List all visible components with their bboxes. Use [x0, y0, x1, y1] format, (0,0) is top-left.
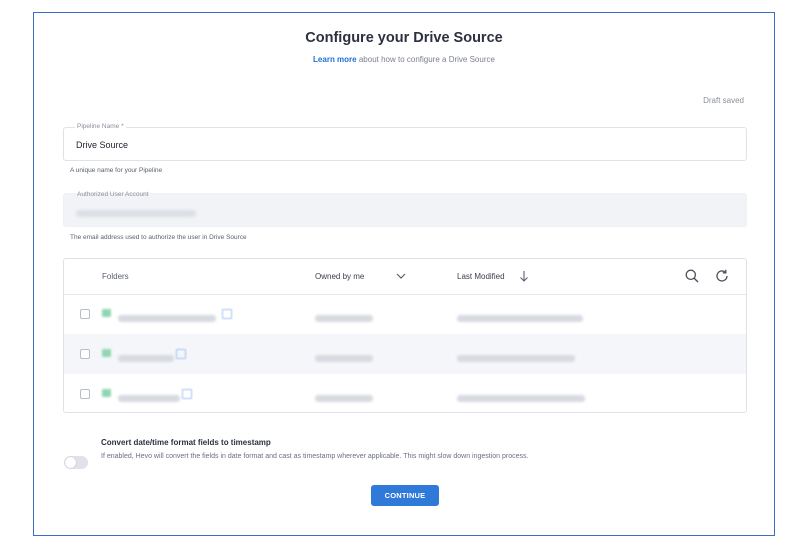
folder-icon — [102, 349, 111, 357]
authorized-account-field: Authorized User Account — [63, 191, 747, 227]
external-link-icon[interactable] — [176, 349, 186, 359]
page-subtitle: Learn more about how to configure a Driv… — [34, 55, 774, 64]
continue-button[interactable]: CONTINUE — [371, 485, 439, 506]
timestamp-toggle-label: Convert date/time format fields to times… — [101, 438, 271, 447]
table-row[interactable] — [64, 374, 746, 412]
row-checkbox[interactable] — [80, 309, 90, 319]
subtitle-text: about how to configure a Drive Source — [356, 55, 495, 64]
learn-more-link[interactable]: Learn more — [313, 55, 357, 64]
pipeline-name-field[interactable]: Pipeline Name * Drive Source — [63, 123, 747, 161]
table-header: Folders Owned by me Last Modified — [64, 259, 746, 295]
refresh-icon[interactable] — [714, 268, 730, 284]
authorized-account-value — [76, 208, 196, 218]
owned-by-me-label: Owned by me — [315, 272, 365, 281]
folder-icon — [102, 309, 111, 317]
draft-status: Draft saved — [703, 96, 744, 105]
column-last-modified[interactable]: Last Modified — [457, 271, 528, 282]
table-row[interactable] — [64, 294, 746, 334]
folder-name[interactable] — [118, 390, 180, 408]
arrow-down-icon[interactable] — [518, 269, 530, 283]
page-title: Configure your Drive Source — [305, 30, 503, 46]
owner-name — [315, 310, 373, 328]
authorized-account-help: The email address used to authorize the … — [70, 234, 247, 241]
pipeline-name-value[interactable]: Drive Source — [76, 140, 128, 150]
folder-icon — [102, 389, 111, 397]
external-link-icon[interactable] — [222, 309, 232, 319]
folders-table: Folders Owned by me Last Modified — [63, 258, 747, 413]
column-folders: Folders — [102, 272, 129, 281]
external-link-icon[interactable] — [182, 389, 192, 399]
last-modified-value — [457, 390, 585, 408]
last-modified-value — [457, 310, 583, 328]
timestamp-toggle[interactable] — [64, 456, 88, 469]
authorized-account-label: Authorized User Account — [77, 191, 149, 198]
timestamp-toggle-description: If enabled, Hevo will convert the fields… — [101, 453, 529, 460]
column-owned-by-me[interactable]: Owned by me — [315, 272, 406, 281]
owner-name — [315, 350, 373, 368]
owner-name — [315, 390, 373, 408]
row-checkbox[interactable] — [80, 349, 90, 359]
configure-source-panel: Configure your Drive Source Learn more a… — [33, 12, 775, 536]
folder-name[interactable] — [118, 350, 174, 368]
pipeline-name-label: Pipeline Name * — [75, 123, 126, 130]
search-icon[interactable] — [684, 268, 700, 284]
row-checkbox[interactable] — [80, 389, 90, 399]
last-modified-value — [457, 350, 575, 368]
table-row[interactable] — [64, 334, 746, 374]
toggle-knob — [65, 457, 76, 468]
chevron-down-icon[interactable] — [394, 269, 408, 283]
pipeline-name-help: A unique name for your Pipeline — [70, 167, 163, 174]
folder-name[interactable] — [118, 310, 216, 328]
last-modified-label: Last Modified — [457, 272, 505, 281]
